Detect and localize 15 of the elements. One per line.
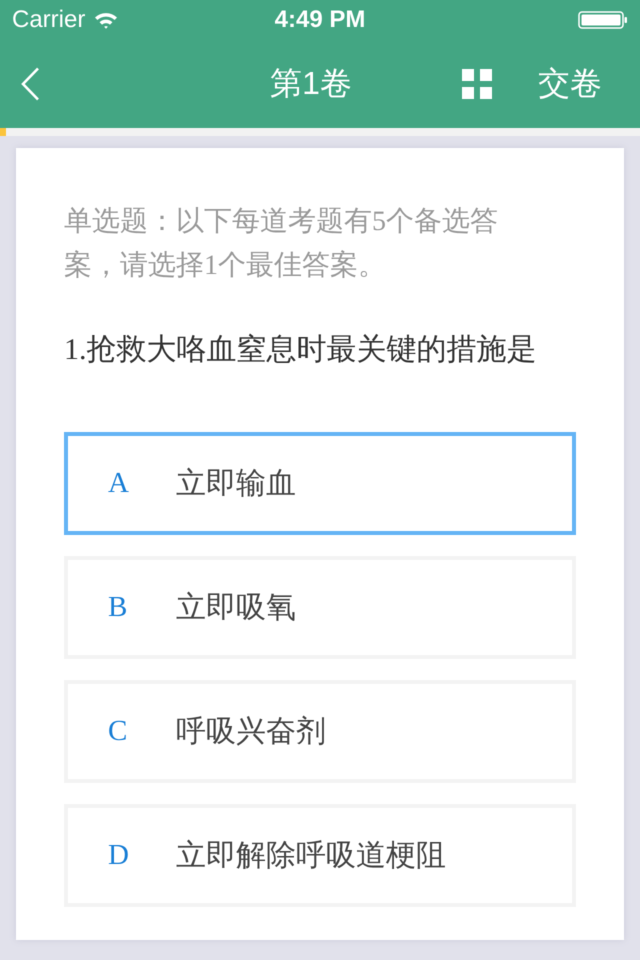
battery-icon [578, 11, 628, 29]
answer-option[interactable]: A 立即输血 [64, 432, 576, 535]
answer-option[interactable]: B 立即吸氧 [64, 556, 576, 659]
question-text: 1.抢救大咯血窒息时最关键的措施是 [64, 332, 538, 368]
answer-option[interactable]: C 呼吸兴奋剂 [64, 680, 576, 783]
page-title: 第1卷 [270, 64, 352, 103]
back-chevron-icon [20, 67, 40, 101]
status-time: 4:49 PM [274, 6, 366, 34]
back-button[interactable] [20, 67, 40, 101]
carrier-name: Carrier [12, 6, 86, 34]
question-grid-button[interactable] [462, 69, 492, 99]
answer-option[interactable]: D 立即解除呼吸道梗阻 [64, 804, 576, 907]
wifi-icon [94, 11, 118, 29]
grid-icon [462, 69, 492, 99]
instruction-text: 单选题：以下每道考题有5个备选答案，请选择1个最佳答案。 [64, 205, 499, 283]
